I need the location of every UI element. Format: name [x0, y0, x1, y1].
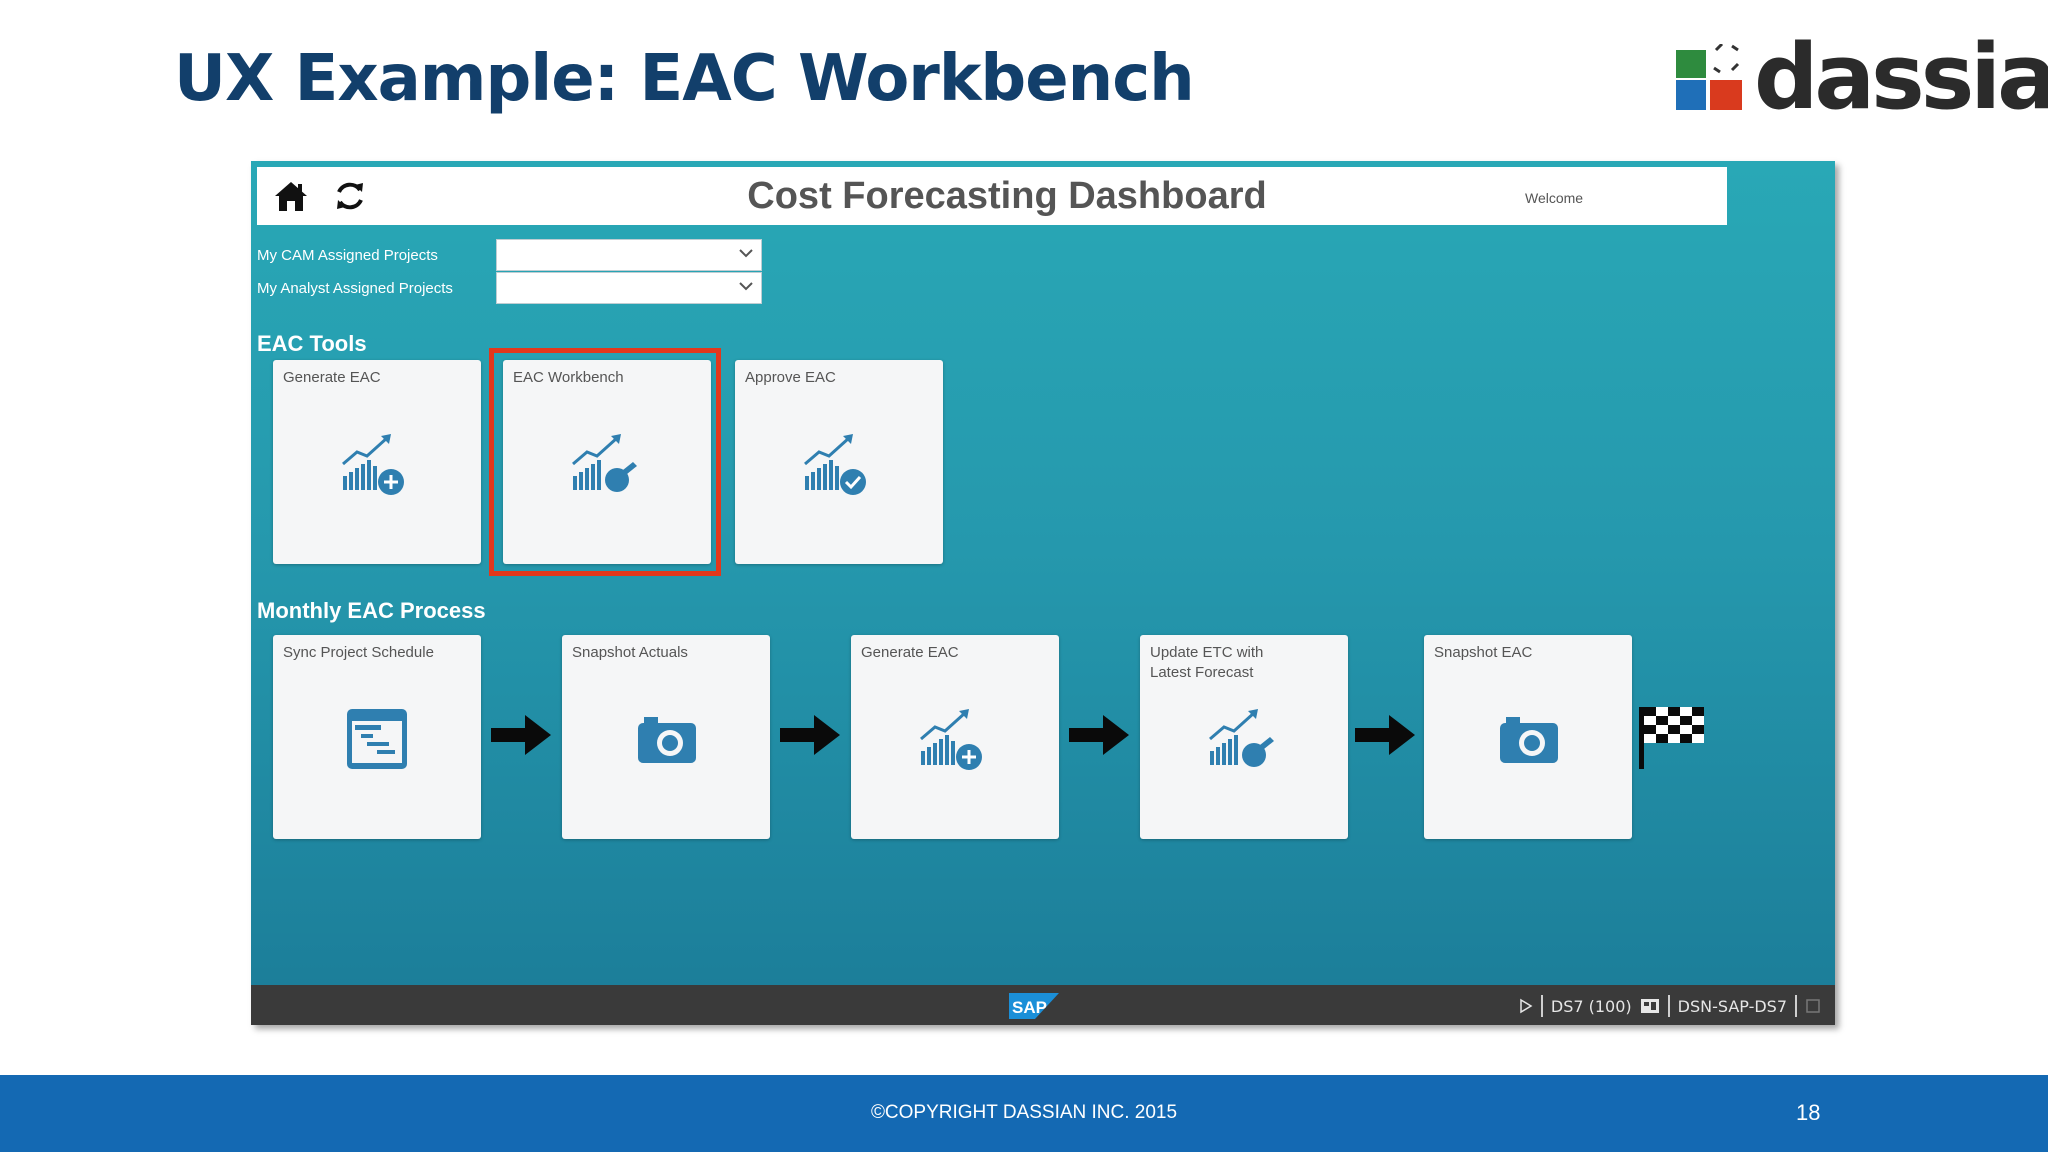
tile-label: Snapshot EAC: [1434, 644, 1533, 661]
tile-label: Generate EAC: [861, 644, 959, 661]
camera-icon: [1500, 717, 1558, 763]
cam-projects-label: My CAM Assigned Projects: [257, 247, 438, 264]
tile-approve-eac[interactable]: Approve EAC: [735, 360, 943, 564]
tile-update-etc[interactable]: Update ETC with Latest Forecast: [1140, 635, 1348, 839]
analyst-projects-label: My Analyst Assigned Projects: [257, 280, 453, 297]
tile-label: Snapshot Actuals: [572, 644, 688, 661]
refresh-icon[interactable]: [333, 179, 367, 213]
logo-mark-icon: [1676, 44, 1742, 110]
overwrite-mode-icon[interactable]: [1805, 997, 1821, 1015]
app-header: Cost Forecasting Dashboard Welcome: [257, 167, 1727, 225]
tile-sync-project-schedule[interactable]: Sync Project Schedule: [273, 635, 481, 839]
eac-tools-heading: EAC Tools: [257, 331, 367, 356]
arrow-right-icon: [1067, 711, 1131, 759]
svg-text:SAP: SAP: [1012, 998, 1047, 1017]
tile-label: Approve EAC: [745, 369, 836, 386]
separator: [1795, 995, 1797, 1017]
analyst-projects-select[interactable]: [496, 272, 762, 304]
arrow-right-icon: [1353, 711, 1417, 759]
logo-text: dassian: [1754, 25, 2048, 130]
dashboard-title: Cost Forecasting Dashboard: [747, 175, 1267, 217]
tile-generate-eac-process[interactable]: Generate EAC: [851, 635, 1059, 839]
status-bar: SAP DS7 (100) DSN-SAP-DS7: [251, 985, 1835, 1025]
gantt-icon: [347, 709, 407, 769]
chart-plus-icon: [342, 434, 404, 495]
sap-app-screenshot: Cost Forecasting Dashboard Welcome My CA…: [251, 161, 1835, 1025]
tile-label: Sync Project Schedule: [283, 644, 434, 661]
chart-wrench-icon: [1209, 709, 1274, 767]
system-info: DS7 (100): [1550, 996, 1632, 1016]
camera-icon: [638, 717, 696, 763]
tile-eac-workbench[interactable]: EAC Workbench: [503, 360, 711, 564]
checkered-flag-icon: [1639, 707, 1704, 769]
home-icon[interactable]: [273, 179, 309, 213]
status-right: DS7 (100) DSN-SAP-DS7: [1519, 995, 1821, 1017]
monthly-eac-process-heading: Monthly EAC Process: [257, 598, 486, 623]
tile-generate-eac[interactable]: Generate EAC: [273, 360, 481, 564]
slide-title: UX Example: EAC Workbench: [174, 42, 1195, 116]
chart-wrench-icon: [572, 434, 637, 492]
tile-label: Update ETC with Latest Forecast: [1150, 644, 1264, 681]
arrow-right-icon: [489, 711, 553, 759]
tile-label: EAC Workbench: [513, 369, 624, 386]
copyright-text: ©COPYRIGHT DASSIAN INC. 2015: [870, 1102, 1178, 1123]
server-status-icon[interactable]: [1640, 997, 1660, 1015]
welcome-text: Welcome: [1525, 190, 1584, 206]
tile-snapshot-actuals[interactable]: Snapshot Actuals: [562, 635, 770, 839]
play-icon[interactable]: [1519, 998, 1533, 1014]
tile-snapshot-eac[interactable]: Snapshot EAC: [1424, 635, 1632, 839]
cam-projects-select[interactable]: [496, 239, 762, 271]
separator: [1540, 995, 1543, 1017]
server-name: DSN-SAP-DS7: [1677, 996, 1787, 1016]
dassian-logo: dassian: [1676, 28, 2048, 128]
slide: UX Example: EAC Workbench dassian Cost F…: [0, 0, 2048, 1152]
arrow-right-icon: [778, 711, 842, 759]
sap-logo: SAP: [1009, 993, 1059, 1019]
separator: [1667, 995, 1670, 1017]
tile-label: Generate EAC: [283, 369, 381, 386]
chart-plus-icon: [920, 709, 982, 770]
slide-footer: ©COPYRIGHT DASSIAN INC. 2015 18: [0, 1075, 2048, 1152]
page-number: 18: [1796, 1100, 1821, 1125]
chevron-down-icon: [739, 282, 753, 291]
chart-check-icon: [804, 434, 866, 495]
chevron-down-icon: [739, 249, 753, 258]
